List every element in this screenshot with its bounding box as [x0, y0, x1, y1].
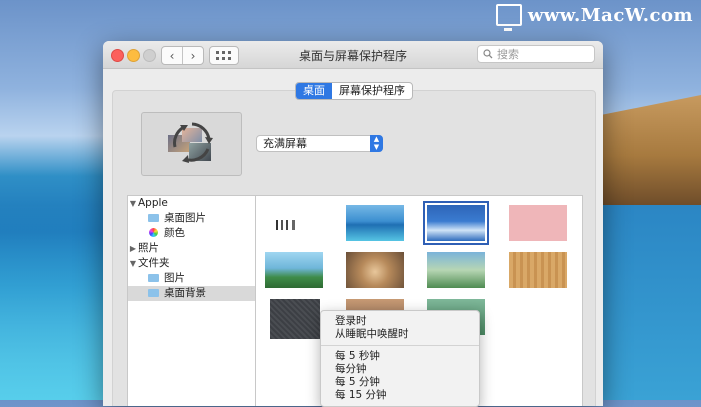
- tab-desktop[interactable]: 桌面: [296, 83, 332, 99]
- wallpaper-sea: [0, 205, 120, 400]
- watermark-text: www.MacW.com: [527, 4, 693, 26]
- sidebar-item-apple[interactable]: ▼ Apple: [128, 196, 256, 211]
- desktop-preview: [141, 112, 242, 176]
- titlebar: ‹ › 桌面与屏幕保护程序 搜索: [103, 41, 603, 69]
- tab-bar: 桌面 屏幕保护程序: [295, 82, 413, 100]
- sidebar-item-pictures[interactable]: 图片: [128, 271, 256, 286]
- wallpaper-thumbnail[interactable]: [509, 252, 567, 288]
- wallpaper-water: [602, 205, 701, 400]
- wallpaper-thumbnail[interactable]: [427, 252, 485, 288]
- sidebar-item-colors[interactable]: 颜色: [128, 226, 256, 241]
- sidebar-item-folders[interactable]: ▼ 文件夹: [128, 256, 256, 271]
- fit-screen-value: 充满屏幕: [263, 137, 307, 150]
- menu-item-every-5-seconds[interactable]: 每 5 秒钟: [321, 350, 479, 363]
- sidebar-item-label: 桌面背景: [164, 287, 206, 299]
- menu-item-on-login[interactable]: 登录时: [321, 315, 479, 328]
- wallpaper-thumbnail[interactable]: [272, 220, 302, 230]
- monitor-icon: [495, 4, 522, 31]
- wallpaper-thumbnail[interactable]: [346, 205, 404, 241]
- chevron-updown-icon: ▲ ▼: [370, 135, 383, 152]
- disclosure-right-icon[interactable]: ▶: [128, 241, 138, 256]
- wallpaper-thumbnail[interactable]: [265, 252, 323, 288]
- search-icon: [483, 49, 493, 59]
- sidebar-item-desktop-pictures[interactable]: 桌面图片: [128, 211, 256, 226]
- folder-icon: [148, 274, 159, 282]
- menu-item-on-wake[interactable]: 从睡眠中唤醒时: [321, 328, 479, 341]
- wallpaper-hut: [602, 95, 701, 205]
- search-placeholder: 搜索: [497, 48, 519, 61]
- menu-item-every-15-minutes[interactable]: 每 15 分钟: [321, 389, 479, 402]
- disclosure-down-icon[interactable]: ▼: [128, 196, 138, 211]
- folder-icon: [148, 214, 159, 222]
- color-wheel-icon: [149, 228, 158, 237]
- watermark: www.MacW.com: [495, 4, 693, 31]
- sidebar-item-label: Apple: [138, 197, 168, 209]
- menu-item-every-5-minutes[interactable]: 每 5 分钟: [321, 376, 479, 389]
- sidebar-item-label: 颜色: [164, 227, 185, 239]
- sidebar-item-photos[interactable]: ▶ 照片: [128, 241, 256, 256]
- search-field[interactable]: 搜索: [477, 45, 595, 63]
- sidebar-item-label: 文件夹: [138, 257, 170, 269]
- wallpaper-thumbnail[interactable]: [270, 299, 320, 339]
- folder-icon: [148, 289, 159, 297]
- sidebar-item-label: 照片: [138, 242, 159, 254]
- wallpaper-thumbnail-selected[interactable]: [423, 201, 489, 245]
- wallpaper-thumbnail[interactable]: [346, 252, 404, 288]
- disclosure-down-icon[interactable]: ▼: [128, 256, 138, 271]
- menu-item-every-minute[interactable]: 每分钟: [321, 363, 479, 376]
- menu-separator: [321, 345, 479, 346]
- fit-screen-select[interactable]: 充满屏幕 ▲ ▼: [256, 135, 383, 152]
- sidebar-item-label: 桌面图片: [164, 212, 206, 224]
- sidebar-item-label: 图片: [164, 272, 185, 284]
- rotate-arrows-icon: [173, 122, 213, 163]
- sidebar-item-desktop-backgrounds[interactable]: 桌面背景: [128, 286, 256, 301]
- wallpaper-thumbnail[interactable]: [509, 205, 567, 241]
- tab-screensaver[interactable]: 屏幕保护程序: [332, 83, 412, 99]
- change-picture-menu: 登录时 从睡眠中唤醒时 每 5 秒钟 每分钟 每 5 分钟 每 15 分钟: [320, 310, 480, 407]
- source-list: ▼ Apple 桌面图片 颜色 ▶ 照片 ▼ 文件夹 图片 桌面背景: [127, 195, 256, 406]
